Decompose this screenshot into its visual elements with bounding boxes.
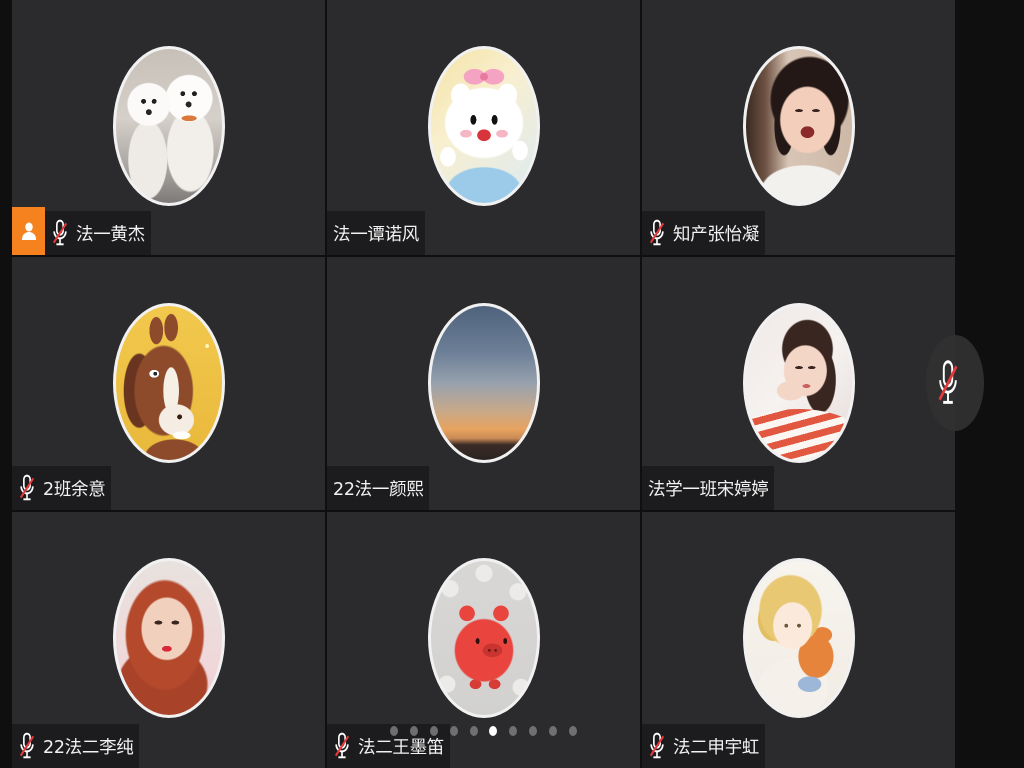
name-label: 22法一颜熙 (327, 466, 430, 510)
avatar (427, 303, 540, 463)
avatar (427, 46, 540, 206)
floating-mic-button[interactable] (926, 335, 984, 431)
mic-muted-icon (936, 359, 960, 407)
avatar (742, 558, 855, 718)
name-label: 法学一班宋婷婷 (642, 466, 775, 510)
participant-tile[interactable]: 2班余意 (12, 257, 325, 510)
page-dot[interactable] (528, 726, 537, 736)
participant-name: 22法二李纯 (43, 737, 134, 758)
mic-muted-icon (648, 219, 666, 247)
name-label: 法一黄杰 (12, 207, 151, 255)
page-dot[interactable] (509, 726, 518, 736)
page-dot[interactable] (390, 726, 399, 736)
page-dot[interactable] (430, 726, 438, 736)
participant-tile[interactable]: 法一谭诺风 (327, 0, 640, 255)
page-dot[interactable] (568, 726, 577, 736)
participant-tile[interactable]: 法一黄杰 (12, 0, 325, 255)
mic-muted-icon (648, 732, 666, 760)
participant-name: 法二申宇虹 (673, 737, 759, 758)
participant-name: 知产张怡凝 (673, 224, 759, 245)
host-badge (12, 207, 45, 255)
page-dot[interactable] (449, 726, 458, 736)
participant-grid: 法一黄杰 法一谭诺风 知产张怡凝 2班余意 22法一颜熙 法学一班宋婷婷 22法… (12, 0, 955, 768)
participant-name: 法一谭诺风 (333, 224, 419, 245)
mic-muted-icon (18, 732, 36, 760)
mic-muted-icon (333, 732, 351, 760)
avatar (112, 46, 225, 206)
avatar (742, 46, 855, 206)
avatar (112, 558, 225, 718)
participant-name: 法一黄杰 (76, 224, 145, 245)
page-dot[interactable] (548, 726, 557, 736)
avatar (427, 558, 540, 718)
avatar (112, 303, 225, 463)
participant-name: 22法一颜熙 (333, 479, 424, 500)
name-label: 法一谭诺风 (327, 211, 425, 255)
participant-tile[interactable]: 知产张怡凝 (642, 0, 955, 255)
mic-muted-icon (18, 474, 36, 502)
name-label: 2班余意 (12, 466, 112, 510)
page-dot[interactable] (469, 726, 478, 736)
avatar (742, 303, 855, 463)
page-dot[interactable] (489, 726, 498, 736)
page-dot[interactable] (410, 726, 419, 736)
participant-name: 法二王墨笛 (358, 737, 444, 758)
participant-name: 法学一班宋婷婷 (648, 479, 769, 500)
participant-tile[interactable]: 法学一班宋婷婷 (642, 257, 955, 510)
mic-muted-icon (51, 219, 69, 247)
person-icon (21, 222, 36, 240)
participant-name: 2班余意 (43, 479, 106, 500)
page-indicator (12, 726, 955, 736)
name-label: 知产张怡凝 (642, 211, 765, 255)
participant-tile[interactable]: 22法一颜熙 (327, 257, 640, 510)
